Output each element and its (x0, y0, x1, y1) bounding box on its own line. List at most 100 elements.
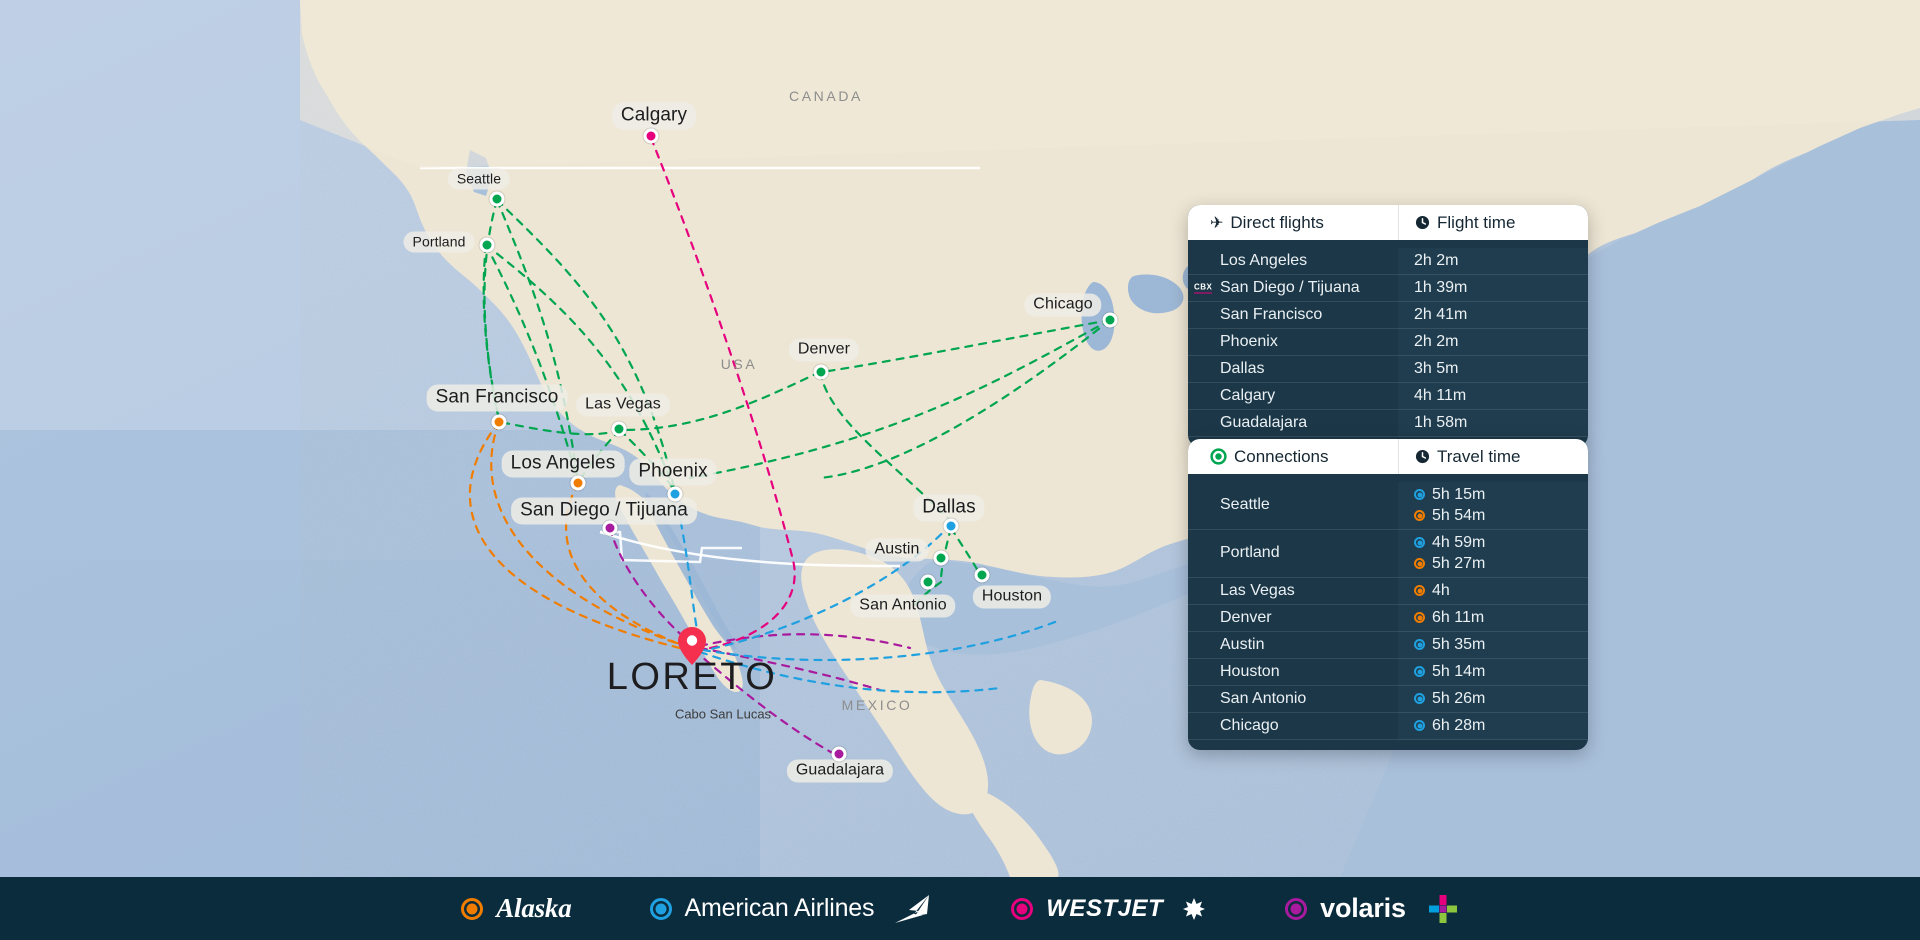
connection-time-label: 4h 59m (1432, 534, 1486, 551)
alaska-dot-icon (461, 897, 484, 920)
city-label-dallas[interactable]: Dallas (913, 494, 985, 522)
volaris-dot-icon (1285, 897, 1308, 920)
city-marker-san-francisco[interactable] (491, 414, 507, 430)
connection-row[interactable]: Seattle 5h 15m 5h 54m (1188, 482, 1588, 530)
city-marker-chicago[interactable] (1102, 312, 1118, 328)
city-marker-san-antonio[interactable] (920, 574, 936, 590)
alaska-label: Alaska (496, 893, 572, 923)
travel-time-title: Travel time (1437, 446, 1521, 466)
airline-color-dot-icon (1414, 666, 1425, 677)
city-label-chicago[interactable]: Chicago (1024, 293, 1102, 317)
city-marker-phoenix[interactable] (667, 486, 683, 502)
connection-time-entry: 5h 15m (1414, 484, 1582, 505)
city-marker-los-angeles[interactable] (570, 475, 586, 491)
city-label-denver[interactable]: Denver (788, 338, 860, 362)
city-label-houston[interactable]: Houston (972, 585, 1052, 609)
direct-flight-city: Phoenix (1188, 329, 1398, 356)
volaris-cross-icon (1428, 894, 1457, 923)
connection-row[interactable]: Las Vegas 4h (1188, 578, 1588, 605)
direct-flight-time: 2h 2m (1414, 252, 1459, 269)
city-label-san-francisco[interactable]: San Francisco (426, 384, 568, 412)
airline-westjet[interactable]: WESTJET (1011, 895, 1207, 923)
connection-row[interactable]: Denver 6h 11m (1188, 605, 1588, 632)
direct-flight-city-label: San Francisco (1220, 305, 1323, 323)
direct-flight-city-label: Dallas (1220, 359, 1265, 377)
city-marker-las-vegas[interactable] (611, 421, 627, 437)
city-label-portland[interactable]: Portland (403, 231, 475, 253)
westjet-label: WESTJET (1046, 894, 1164, 922)
connection-city: Seattle (1188, 482, 1398, 530)
city-marker-guadalajara[interactable] (831, 746, 847, 762)
direct-flight-time-cell: 4h 11m (1398, 383, 1588, 410)
city-label-las-vegas[interactable]: Las Vegas (576, 393, 670, 417)
connection-time-entry: 6h 11m (1414, 607, 1582, 628)
connection-time-label: 5h 54m (1432, 507, 1486, 524)
connection-row[interactable]: San Antonio 5h 26m (1188, 686, 1588, 713)
direct-flight-row[interactable]: Calgary 4h 11m (1188, 383, 1588, 410)
connection-time-label: 6h 11m (1432, 609, 1485, 626)
airline-color-dot-icon (1414, 537, 1425, 548)
airline-american-airlines[interactable]: American Airlines (649, 894, 934, 924)
direct-flight-row[interactable]: San Francisco 2h 41m (1188, 302, 1588, 329)
direct-flight-time-cell: 2h 2m (1398, 248, 1588, 275)
connection-times-cell: 6h 11m (1398, 605, 1588, 632)
city-marker-san-diego-tijuana[interactable] (602, 520, 618, 536)
direct-flight-row[interactable]: Dallas 3h 5m (1188, 356, 1588, 383)
connection-times-cell: 6h 28m (1398, 713, 1588, 740)
direct-flight-time-cell: 2h 41m (1398, 302, 1588, 329)
city-marker-austin[interactable] (933, 550, 949, 566)
direct-flight-time: 2h 2m (1414, 333, 1459, 350)
connection-city-label: Denver (1220, 608, 1272, 626)
direct-flight-time: 3h 5m (1414, 360, 1459, 377)
airline-volaris[interactable]: volaris (1285, 893, 1459, 925)
city-label-austin[interactable]: Austin (865, 538, 929, 562)
connection-city-label: Las Vegas (1220, 581, 1295, 599)
city-marker-calgary[interactable] (643, 128, 659, 144)
direct-flights-title: Direct flights (1230, 212, 1324, 232)
loreto-hub-label: LORETO (606, 656, 778, 698)
connection-row[interactable]: Austin 5h 35m (1188, 632, 1588, 659)
connections-header: Connections Travel time (1188, 439, 1588, 474)
city-label-san-diego-tijuana[interactable]: San Diego / Tijuana (511, 497, 697, 525)
connection-row[interactable]: Portland 4h 59m 5h 27m (1188, 530, 1588, 578)
connections-header-col2: Travel time (1398, 439, 1588, 474)
direct-flight-row[interactable]: Los Angeles 2h 2m (1188, 248, 1588, 275)
american-airlines-eagle-icon (895, 894, 930, 923)
city-marker-seattle[interactable] (489, 191, 505, 207)
american-airlines-dot-icon (649, 897, 672, 920)
connection-time-entry: 5h 26m (1414, 688, 1582, 709)
city-label-guadalajara[interactable]: Guadalajara (786, 759, 894, 783)
connections-panel: Connections Travel time Seattle 5h 15m 5h … (1188, 439, 1588, 750)
airline-color-dot-icon (1414, 720, 1425, 731)
connection-time-label: 6h 28m (1432, 717, 1486, 734)
cabo-san-lucas-label: Cabo San Lucas (674, 706, 772, 722)
country-label-mexico: MEXICO (841, 697, 913, 713)
airline-color-dot-icon (1414, 693, 1425, 704)
connection-times-cell: 5h 26m (1398, 686, 1588, 713)
direct-flight-row[interactable]: Guadalajara 1h 58m (1188, 410, 1588, 437)
direct-flight-city: Dallas (1188, 356, 1398, 383)
city-label-los-angeles[interactable]: Los Angeles (501, 450, 625, 478)
airline-alaska[interactable]: Alaska (461, 893, 572, 924)
connections-rows: Seattle 5h 15m 5h 54m Portland 4h 59m 5h 27m L… (1188, 474, 1588, 750)
city-label-san-antonio[interactable]: San Antonio (850, 594, 956, 618)
direct-flight-row[interactable]: Phoenix 2h 2m (1188, 329, 1588, 356)
city-label-seattle[interactable]: Seattle (447, 168, 511, 190)
connection-time-label: 5h 14m (1432, 663, 1486, 680)
city-marker-houston[interactable] (974, 567, 990, 583)
direct-flight-city-label: Calgary (1220, 386, 1276, 404)
city-marker-portland[interactable] (479, 237, 495, 253)
connection-row[interactable]: Chicago 6h 28m (1188, 713, 1588, 740)
map-canvas[interactable]: CANADA USA MEXICO Calgary Seattle Portla… (0, 0, 1920, 877)
airline-color-dot-icon (1414, 585, 1425, 596)
direct-flight-city: CBX San Diego / Tijuana (1188, 275, 1398, 302)
city-label-calgary[interactable]: Calgary (611, 102, 697, 130)
direct-flight-city-label: Los Angeles (1220, 251, 1308, 269)
city-label-phoenix[interactable]: Phoenix (629, 458, 717, 486)
city-marker-denver[interactable] (813, 364, 829, 380)
city-marker-dallas[interactable] (943, 518, 959, 534)
direct-flight-row[interactable]: CBX San Diego / Tijuana 1h 39m (1188, 275, 1588, 302)
connection-row[interactable]: Houston 5h 14m (1188, 659, 1588, 686)
direct-flight-city: Guadalajara (1188, 410, 1398, 437)
connection-city-label: Chicago (1220, 716, 1279, 734)
